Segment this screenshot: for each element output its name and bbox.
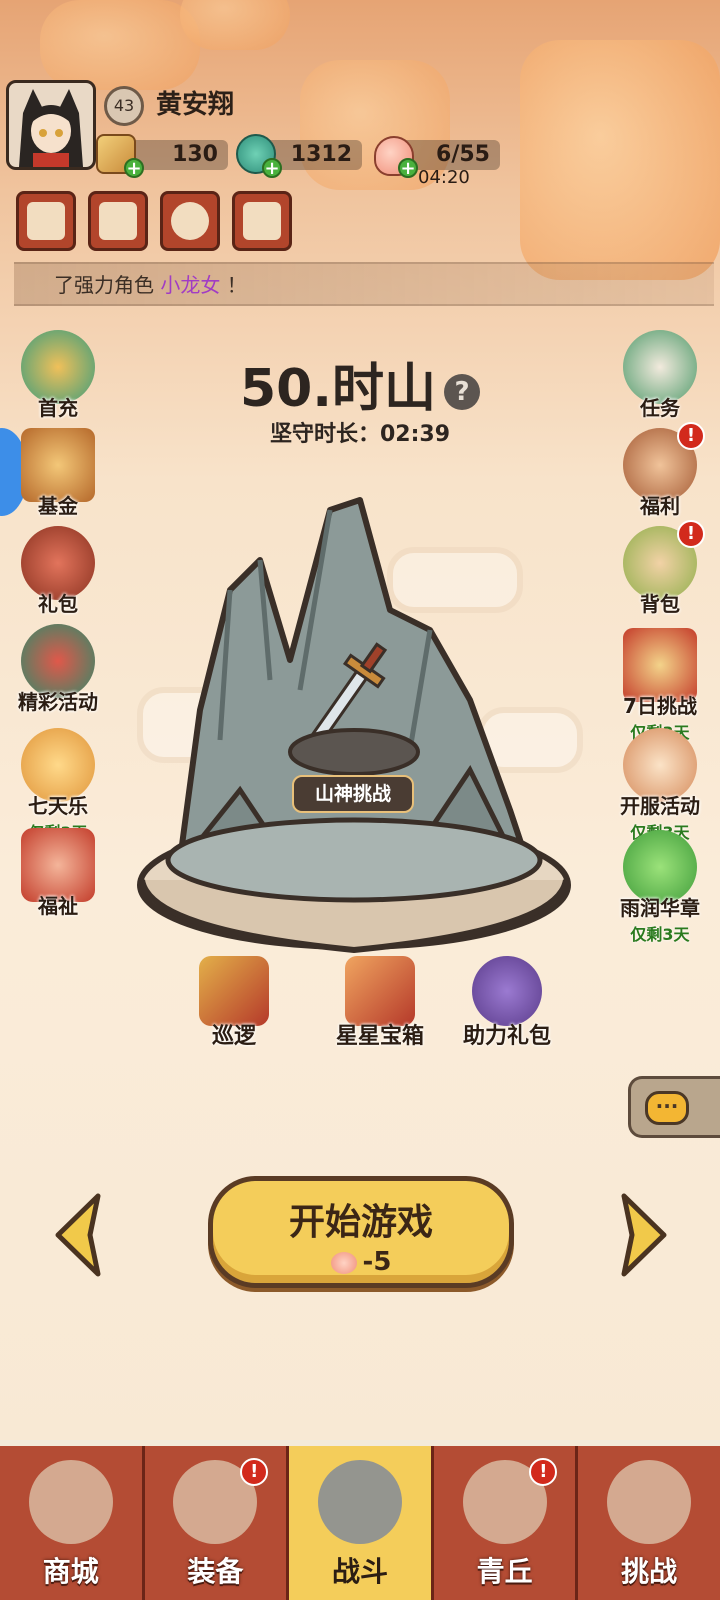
announcement-ticker: 了强力角色 小龙女 ！ bbox=[14, 262, 714, 306]
jade-add-button[interactable]: + bbox=[262, 158, 282, 178]
challenge-orb-icon bbox=[607, 1460, 692, 1544]
tab-shop[interactable]: 商城 bbox=[0, 1446, 145, 1600]
lantern-decoration bbox=[40, 0, 200, 90]
start-game-button[interactable]: 开始游戏 -5 bbox=[208, 1176, 514, 1288]
gift-pack-button[interactable]: 礼包 bbox=[8, 526, 108, 617]
patrol-button[interactable]: 巡逻 bbox=[186, 956, 282, 1050]
rain-chapter-remaining: 仅剩3天 bbox=[630, 925, 690, 944]
blessing-button[interactable]: 福祉 bbox=[8, 828, 108, 919]
start-cost-value: -5 bbox=[362, 1247, 392, 1277]
settings-gear-icon bbox=[171, 202, 209, 240]
patrol-flag-icon bbox=[199, 956, 269, 1026]
stage-title: 50.时山? bbox=[0, 346, 720, 421]
chat-bubble-icon: ··· bbox=[645, 1091, 689, 1125]
assist-bag-icon bbox=[472, 956, 542, 1026]
assist-pack-label: 助力礼包 bbox=[462, 1024, 551, 1049]
seven-day-joy-label: 七天乐 bbox=[28, 794, 88, 818]
help-icon[interactable]: ? bbox=[444, 374, 481, 410]
ticker-highlight: 小龙女 bbox=[160, 273, 221, 297]
tab-equipment[interactable]: ! 装备 bbox=[144, 1446, 290, 1600]
cards-icon bbox=[27, 202, 65, 240]
equipment-badge: ! bbox=[240, 1458, 269, 1486]
player-name[interactable]: 黄安翔 bbox=[156, 84, 234, 121]
hold-duration-value: 02:39 bbox=[379, 422, 451, 447]
player-level: 43 bbox=[104, 86, 144, 126]
start-game-label: 开始游戏 bbox=[288, 1202, 433, 1243]
server-event-button[interactable]: 开服活动 仅剩3天 bbox=[610, 728, 710, 843]
star-chest-button[interactable]: 星星宝箱 bbox=[322, 956, 438, 1050]
server-event-label: 开服活动 bbox=[620, 794, 700, 818]
patrol-label: 巡逻 bbox=[211, 1024, 256, 1049]
ranking-icon bbox=[99, 202, 137, 240]
cards-button[interactable] bbox=[16, 191, 76, 251]
stage-title-text: 50.时山 bbox=[239, 359, 437, 419]
next-stage-arrow[interactable] bbox=[612, 1190, 672, 1280]
crossed-swords-icon bbox=[317, 1460, 402, 1544]
blessing-label: 福祉 bbox=[38, 894, 78, 918]
tab-qingqiu[interactable]: ! 青丘 bbox=[433, 1446, 579, 1600]
tab-battle-label: 战斗 bbox=[331, 1555, 388, 1588]
friends-icon bbox=[243, 202, 281, 240]
seven-day-joy-button[interactable]: 七天乐 仅剩3天 bbox=[8, 728, 108, 843]
welfare-label: 福利 bbox=[640, 494, 680, 518]
jade-value: 1312 bbox=[290, 142, 352, 167]
mountain-stage-illustration[interactable] bbox=[130, 490, 590, 1000]
seven-day-challenge-button[interactable]: 7日挑战 仅剩3天 bbox=[610, 628, 710, 743]
avatar[interactable] bbox=[6, 80, 96, 170]
tab-battle[interactable]: 战斗 bbox=[289, 1446, 434, 1600]
events-button[interactable]: 精彩活动 bbox=[8, 624, 108, 715]
previous-stage-arrow[interactable] bbox=[50, 1190, 110, 1280]
backpack-button[interactable]: ! 背包 bbox=[610, 520, 710, 617]
star-chest-icon bbox=[345, 956, 415, 1026]
fund-label: 基金 bbox=[38, 494, 78, 518]
tab-shop-label: 商城 bbox=[42, 1555, 99, 1588]
gift-pack-label: 礼包 bbox=[38, 592, 78, 616]
ticker-suffix: ！ bbox=[226, 273, 247, 297]
ticket-value: 130 bbox=[172, 142, 218, 167]
backpack-label: 背包 bbox=[640, 592, 680, 616]
rain-chapter-button[interactable]: 雨润华章 仅剩3天 bbox=[610, 830, 710, 945]
lantern-decoration bbox=[180, 0, 290, 50]
qingqiu-badge: ! bbox=[529, 1458, 558, 1486]
peach-icon bbox=[330, 1251, 357, 1274]
chat-button[interactable]: ··· bbox=[628, 1076, 720, 1138]
tab-equipment-label: 装备 bbox=[187, 1555, 244, 1588]
hold-duration: 坚守时长：02:39 bbox=[0, 416, 720, 448]
star-chest-label: 星星宝箱 bbox=[335, 1024, 424, 1049]
settings-button[interactable] bbox=[160, 191, 220, 251]
stamina-timer: 04:20 bbox=[418, 167, 470, 188]
ticket-add-button[interactable]: + bbox=[124, 158, 144, 178]
assist-pack-button[interactable]: 助力礼包 bbox=[452, 956, 562, 1050]
backpack-badge: ! bbox=[677, 520, 705, 548]
stamina-value: 6/55 bbox=[436, 142, 490, 167]
tab-challenge[interactable]: 挑战 bbox=[578, 1446, 720, 1600]
tab-qingqiu-label: 青丘 bbox=[476, 1555, 533, 1588]
mountain-god-challenge-button[interactable]: 山神挑战 bbox=[292, 775, 414, 813]
tab-challenge-label: 挑战 bbox=[621, 1555, 678, 1588]
start-cost: -5 bbox=[213, 1247, 509, 1277]
seven-day-challenge-label: 7日挑战 bbox=[623, 694, 697, 718]
hold-duration-label: 坚守时长： bbox=[269, 422, 380, 447]
ranking-button[interactable] bbox=[88, 191, 148, 251]
stamina-add-button[interactable]: + bbox=[398, 158, 418, 178]
friends-button[interactable] bbox=[232, 191, 292, 251]
ticker-prefix: 了强力角色 bbox=[54, 273, 154, 297]
bottom-nav: 商城 ! 装备 战斗 ! 青丘 挑战 bbox=[0, 1440, 720, 1600]
lantern-decoration bbox=[520, 40, 720, 280]
rain-chapter-label: 雨润华章 bbox=[620, 896, 700, 920]
shop-icon bbox=[28, 1460, 113, 1544]
events-label: 精彩活动 bbox=[18, 690, 98, 714]
